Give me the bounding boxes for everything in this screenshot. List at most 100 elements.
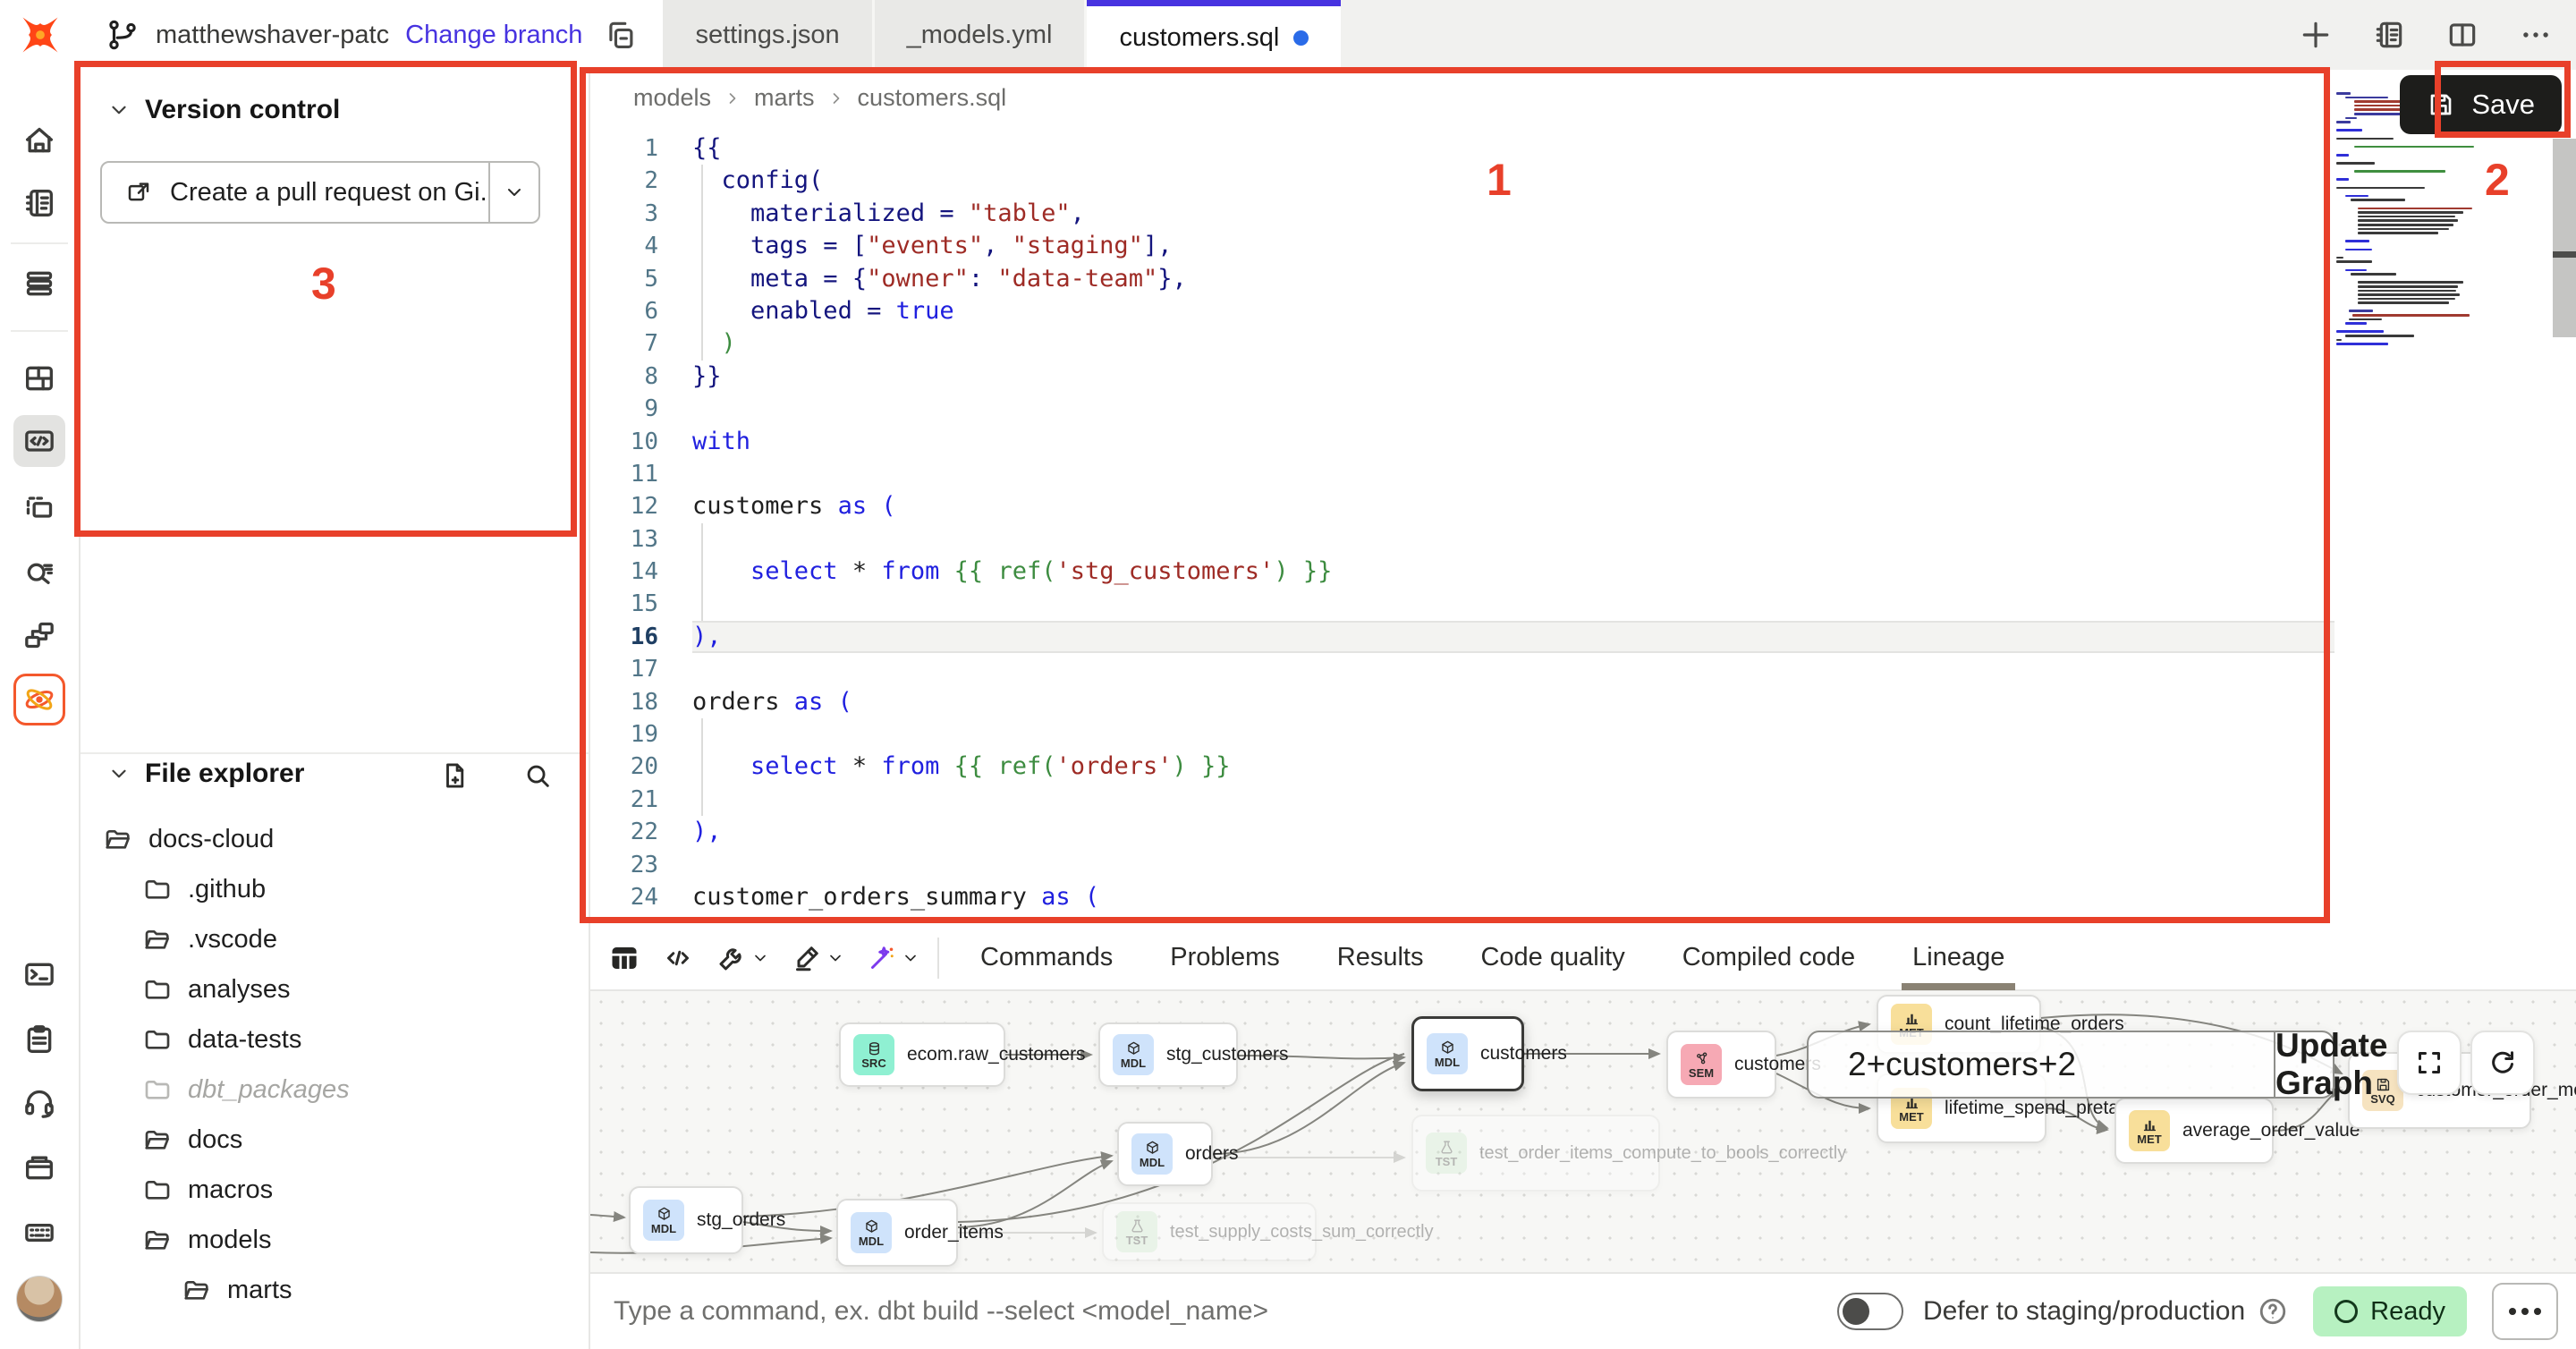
code-line[interactable]: 4 tags = ["events", "staging"], <box>590 230 2334 262</box>
code-line[interactable]: 24customer_orders_summary as ( <box>590 881 2334 913</box>
lineage-node-stg-orders[interactable]: MDLstg_orders <box>629 1186 743 1254</box>
lineage-node-test-supply-costs[interactable]: TSTtest_supply_costs_sum_correctly <box>1102 1202 1317 1261</box>
file-tree-item-dbt_packages[interactable]: dbt_packages <box>80 1065 589 1115</box>
defer-toggle[interactable] <box>1837 1293 1903 1330</box>
tab-_models.yml[interactable]: _models.yml <box>875 0 1088 70</box>
dashboard-grid-icon[interactable] <box>13 352 65 404</box>
code-line[interactable]: 13 <box>590 523 2334 556</box>
lineage-node-stg-customers[interactable]: MDLstg_customers <box>1098 1022 1238 1087</box>
audit-search-icon[interactable] <box>13 545 65 597</box>
create-pr-main[interactable]: Create a pull request on Gi... <box>102 163 488 222</box>
code-line[interactable]: 2 config( <box>590 165 2334 197</box>
code-line[interactable]: 18orders as ( <box>590 686 2334 718</box>
breadcrumb-file[interactable]: customers.sql <box>858 84 1007 112</box>
refresh-button[interactable] <box>2470 1031 2535 1095</box>
file-tree-item-docs[interactable]: docs <box>80 1115 589 1165</box>
file-tree-item-macros[interactable]: macros <box>80 1165 589 1215</box>
tab-settings.json[interactable]: settings.json <box>663 0 874 70</box>
code-line[interactable]: 21 <box>590 784 2334 816</box>
lineage-selector-input[interactable] <box>1809 1032 2274 1097</box>
code-line[interactable]: 19 <box>590 718 2334 751</box>
file-tree-item-.github[interactable]: .github <box>80 864 589 914</box>
code-editor-icon[interactable] <box>13 415 65 467</box>
file-tree-item-data-tests[interactable]: data-tests <box>80 1014 589 1065</box>
lineage-node-customers-semantic[interactable]: SEMcustomers <box>1666 1031 1776 1099</box>
bottom-tab-problems[interactable]: Problems <box>1141 925 1309 990</box>
lineage-node-orders[interactable]: MDLorders <box>1117 1122 1213 1186</box>
code-line[interactable]: 11 <box>590 458 2334 490</box>
code-line[interactable]: 22), <box>590 816 2334 848</box>
ellipsis-icon[interactable] <box>2519 18 2553 52</box>
code-line[interactable]: 17 <box>590 653 2334 685</box>
build-tools-button[interactable] <box>710 937 775 980</box>
lineage-canvas[interactable]: SRCecom.raw_customers MDLstg_customers MDL… <box>590 991 2576 1272</box>
help-icon[interactable] <box>2258 1296 2288 1327</box>
clipboard-icon[interactable] <box>13 1014 65 1065</box>
search-icon[interactable] <box>522 760 553 791</box>
ready-status[interactable]: Ready <box>2313 1286 2467 1336</box>
editor-scrollbar-thumb[interactable] <box>2553 139 2576 337</box>
file-tree-item-.vscode[interactable]: .vscode <box>80 914 589 964</box>
lineage-node-test-order-items[interactable]: TSTtest_order_items_compute_to_bools_cor… <box>1411 1115 1660 1192</box>
breadcrumb-models[interactable]: models <box>633 84 711 112</box>
new-file-icon[interactable] <box>440 760 470 791</box>
code-line[interactable]: 12customers as ( <box>590 490 2334 522</box>
plus-icon[interactable] <box>2299 18 2333 52</box>
tab-customers.sql[interactable]: customers.sql <box>1087 0 1341 70</box>
preview-table-button[interactable] <box>603 937 646 980</box>
file-tree-item-docs-cloud[interactable]: docs-cloud <box>80 814 589 864</box>
dbt-logo[interactable] <box>0 0 80 70</box>
save-button[interactable]: Save <box>2400 75 2562 134</box>
ai-fix-button[interactable] <box>860 937 925 980</box>
file-explorer-header[interactable]: File explorer <box>107 759 304 789</box>
file-tree-item-analyses[interactable]: analyses <box>80 964 589 1014</box>
inbox-stack-icon[interactable] <box>13 258 65 310</box>
frame-select-icon[interactable] <box>13 481 65 533</box>
more-options-button[interactable] <box>2492 1283 2558 1340</box>
terminal-icon[interactable] <box>13 949 65 1001</box>
headset-icon[interactable] <box>13 1077 65 1129</box>
bottom-tab-compiled-code[interactable]: Compiled code <box>1654 925 1884 990</box>
code-line[interactable]: 16), <box>590 621 2334 653</box>
version-control-header[interactable]: Version control <box>107 95 340 125</box>
lineage-node-order-items[interactable]: MDLorder_items <box>836 1199 958 1267</box>
copilot-atom-icon[interactable] <box>13 674 65 725</box>
file-tree-item-marts[interactable]: marts <box>80 1265 589 1315</box>
code-line[interactable]: 1{{ <box>590 132 2334 165</box>
create-pr-button[interactable]: Create a pull request on Gi... <box>100 161 540 224</box>
breadcrumb-marts[interactable]: marts <box>754 84 815 112</box>
bottom-tab-commands[interactable]: Commands <box>952 925 1141 990</box>
lineage-node-customers-model[interactable]: MDLcustomers <box>1411 1016 1524 1091</box>
bottom-tab-results[interactable]: Results <box>1309 925 1453 990</box>
notebook-icon[interactable] <box>13 177 65 229</box>
bottom-tab-code-quality[interactable]: Code quality <box>1452 925 1653 990</box>
change-branch-link[interactable]: Change branch <box>405 21 582 50</box>
home-icon[interactable] <box>13 115 65 166</box>
editor-scrollbar-handle[interactable] <box>2553 251 2576 258</box>
files-drawer-icon[interactable] <box>13 1141 65 1193</box>
code-line[interactable]: 10with <box>590 426 2334 458</box>
code-line[interactable]: 8}} <box>590 361 2334 393</box>
notebook-icon[interactable] <box>2372 18 2406 52</box>
file-tree-item-models[interactable]: models <box>80 1215 589 1265</box>
keyboard-icon[interactable] <box>13 1207 65 1259</box>
update-graph-button[interactable]: Update Graph <box>2274 1032 2387 1097</box>
code-line[interactable]: 20 select * from {{ ref('orders') }} <box>590 751 2334 783</box>
code-line[interactable]: 3 materialized = "table", <box>590 198 2334 230</box>
compare-branch-icon[interactable] <box>13 609 65 661</box>
code-line[interactable]: 9 <box>590 393 2334 425</box>
compile-code-button[interactable] <box>657 937 699 980</box>
lineage-node-average-order-value[interactable]: METaverage_order_value <box>2114 1098 2274 1164</box>
command-input[interactable] <box>590 1296 1837 1327</box>
code-line[interactable]: 6 enabled = true <box>590 295 2334 327</box>
avatar[interactable] <box>13 1273 65 1325</box>
code-line[interactable]: 23 <box>590 849 2334 881</box>
code-line[interactable]: 5 meta = {"owner": "data-team"}, <box>590 263 2334 295</box>
fullscreen-button[interactable] <box>2397 1031 2462 1095</box>
split-view-icon[interactable] <box>2445 18 2479 52</box>
copy-icon[interactable] <box>604 18 638 52</box>
code-line[interactable]: 15 <box>590 588 2334 620</box>
create-pr-dropdown[interactable] <box>488 163 538 222</box>
code-line[interactable]: 7 ) <box>590 327 2334 360</box>
lineage-node-ecom-raw-customers[interactable]: SRCecom.raw_customers <box>839 1022 1005 1087</box>
